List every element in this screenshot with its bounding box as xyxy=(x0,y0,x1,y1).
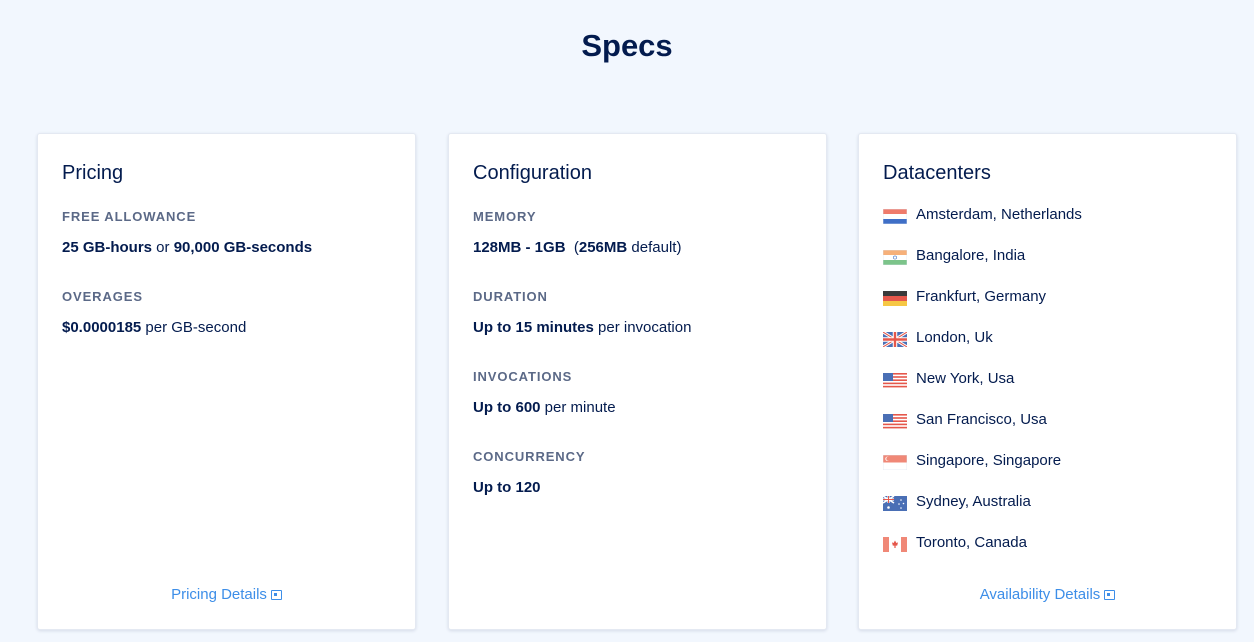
duration-limit: Up to 15 minutes xyxy=(473,319,594,336)
free-allowance-or: or xyxy=(152,239,174,256)
germany-flag-icon xyxy=(883,291,907,306)
overages-value: $0.0000185 per GB-second xyxy=(62,319,246,336)
invocations-value: Up to 600 per minute xyxy=(473,399,616,416)
configuration-card: Configuration MEMORY 128MB - 1GB (256MB … xyxy=(448,133,827,630)
memory-label: MEMORY xyxy=(473,209,537,224)
memory-range: 128MB - 1GB xyxy=(473,239,566,256)
datacenter-item: New York, Usa xyxy=(883,370,1082,411)
availability-details-label: Availability Details xyxy=(979,586,1101,603)
canada-flag-icon xyxy=(883,537,907,552)
overages-label: OVERAGES xyxy=(62,289,143,304)
external-link-icon xyxy=(270,590,282,600)
pricing-card: Pricing FREE ALLOWANCE 25 GB-hours or 90… xyxy=(37,133,416,630)
datacenter-label: Frankfurt, Germany xyxy=(916,288,1047,305)
usa-flag-icon xyxy=(883,414,907,429)
datacenters-card-title: Datacenters xyxy=(883,162,991,184)
datacenter-item: San Francisco, Usa xyxy=(883,411,1082,452)
uk-flag-icon xyxy=(883,332,907,347)
memory-paren: ( xyxy=(565,239,579,256)
availability-details-link[interactable]: Availability Details xyxy=(859,586,1236,603)
pricing-details-link[interactable]: Pricing Details xyxy=(38,586,415,603)
free-allowance-hours: 25 GB-hours xyxy=(62,239,153,256)
invocations-unit: per minute xyxy=(540,399,616,416)
datacenter-label: Amsterdam, Netherlands xyxy=(916,206,1082,223)
netherlands-flag-icon xyxy=(883,209,907,224)
free-allowance-label: FREE ALLOWANCE xyxy=(62,209,197,224)
duration-value: Up to 15 minutes per invocation xyxy=(473,319,691,336)
datacenter-item: Toronto, Canada xyxy=(883,534,1082,575)
free-allowance-value: 25 GB-hours or 90,000 GB-seconds xyxy=(62,239,312,256)
duration-unit: per invocation xyxy=(593,319,692,336)
concurrency-limit: Up to 120 xyxy=(473,479,541,496)
datacenter-label: London, Uk xyxy=(916,329,993,346)
datacenter-item: Bangalore, India xyxy=(883,247,1082,288)
memory-default-suffix: default) xyxy=(627,239,682,256)
memory-value: 128MB - 1GB (256MB default) xyxy=(473,239,681,256)
concurrency-label: CONCURRENCY xyxy=(473,449,586,464)
invocations-limit: Up to 600 xyxy=(473,399,541,416)
concurrency-value: Up to 120 xyxy=(473,479,541,496)
datacenter-item: Frankfurt, Germany xyxy=(883,288,1082,329)
duration-label: DURATION xyxy=(473,289,548,304)
page-title: Specs xyxy=(581,28,673,63)
datacenter-item: Amsterdam, Netherlands xyxy=(883,206,1082,247)
singapore-flag-icon xyxy=(883,455,907,470)
pricing-card-title: Pricing xyxy=(62,162,124,184)
datacenter-label: Bangalore, India xyxy=(916,247,1026,264)
datacenter-label: San Francisco, Usa xyxy=(916,411,1047,428)
datacenter-label: Sydney, Australia xyxy=(916,493,1031,510)
datacenter-label: Singapore, Singapore xyxy=(916,452,1062,469)
datacenter-label: Toronto, Canada xyxy=(916,534,1027,551)
overages-price: $0.0000185 xyxy=(62,319,142,336)
australia-flag-icon xyxy=(883,496,907,511)
datacenter-list: Amsterdam, Netherlands Bangalore, India … xyxy=(883,206,1082,575)
usa-flag-icon xyxy=(883,373,907,388)
memory-default-value: 256MB xyxy=(578,239,628,256)
pricing-details-label: Pricing Details xyxy=(171,586,267,603)
datacenter-item: London, Uk xyxy=(883,329,1082,370)
invocations-label: INVOCATIONS xyxy=(473,369,573,384)
external-link-icon xyxy=(1104,590,1116,600)
datacenters-card: Datacenters Amsterdam, Netherlands Banga… xyxy=(858,133,1237,630)
free-allowance-seconds: 90,000 GB-seconds xyxy=(173,239,313,256)
overages-unit: per GB-second xyxy=(141,319,247,336)
datacenter-item: Sydney, Australia xyxy=(883,493,1082,534)
configuration-card-title: Configuration xyxy=(473,162,592,184)
datacenter-label: New York, Usa xyxy=(916,370,1015,387)
india-flag-icon xyxy=(883,250,907,265)
datacenter-item: Singapore, Singapore xyxy=(883,452,1082,493)
